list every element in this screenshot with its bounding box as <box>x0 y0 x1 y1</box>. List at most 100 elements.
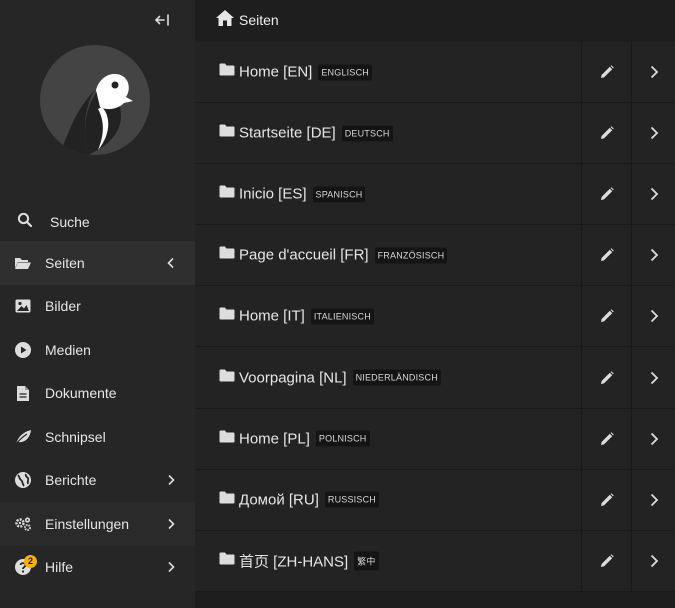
sidebar-item-medien[interactable]: Medien <box>0 328 195 372</box>
chevron-left-icon <box>164 256 178 270</box>
edit-button[interactable] <box>581 347 631 408</box>
table-row[interactable]: Inicio [ES] SPANISCH <box>195 164 675 226</box>
edit-button[interactable] <box>581 286 631 347</box>
page-title-link[interactable]: Домой [RU] RUSSISCH <box>239 491 379 508</box>
folder-icon <box>219 369 235 387</box>
sidebar-item-bilder[interactable]: Bilder <box>0 285 195 329</box>
pencil-icon <box>600 492 614 506</box>
notification-badge: 2 <box>24 554 37 568</box>
sidebar-item-berichte[interactable]: Berichte <box>0 459 195 503</box>
locale-badge: ENGLISCH <box>318 64 372 81</box>
open-children-button[interactable] <box>631 286 675 347</box>
sidebar-item-label: Medien <box>45 341 91 358</box>
sidebar: Suche Seiten Bilder Medien Dokumente Sch… <box>0 0 195 608</box>
locale-badge: 繁中 <box>354 551 379 571</box>
sidebar-item-hilfe[interactable]: 2 Hilfe <box>0 546 195 590</box>
locale-badge: NIEDERLÄNDISCH <box>352 369 441 386</box>
page-list: Home [EN] ENGLISCH Startseite [DE] DEUTSCH… <box>195 42 675 592</box>
collapse-sidebar-button[interactable] <box>150 8 174 32</box>
open-children-button[interactable] <box>631 347 675 408</box>
search-label: Suche <box>50 214 90 230</box>
table-row[interactable]: 首页 [ZH-HANS] 繁中 <box>195 530 675 592</box>
page-title-link[interactable]: Home [PL] POLNISCH <box>239 430 370 447</box>
edit-button[interactable] <box>581 530 631 591</box>
folder-icon <box>219 552 235 570</box>
page-name: Home [EN] <box>239 63 313 81</box>
locale-badge: FRANZÖSISCH <box>374 247 448 264</box>
image-icon <box>14 297 32 315</box>
page-name: Home [IT] <box>239 307 305 325</box>
page-name: Home [PL] <box>239 430 310 448</box>
pencil-icon <box>600 187 614 201</box>
pencil-icon <box>600 431 614 445</box>
table-row[interactable]: Page d'accueil [FR] FRANZÖSISCH <box>195 225 675 287</box>
chevron-right-icon <box>650 554 658 567</box>
open-children-button[interactable] <box>631 103 675 164</box>
chevron-right-icon <box>164 473 178 487</box>
pencil-icon <box>600 370 614 384</box>
table-row[interactable]: Startseite [DE] DEUTSCH <box>195 103 675 165</box>
page-title-link[interactable]: Voorpagina [NL] NIEDERLÄNDISCH <box>239 369 441 386</box>
folder-icon <box>219 246 235 264</box>
page-title-link[interactable]: Startseite [DE] DEUTSCH <box>239 125 393 142</box>
sidebar-nav: Seiten Bilder Medien Dokumente Schnipsel… <box>0 241 195 589</box>
edit-button[interactable] <box>581 225 631 286</box>
table-row[interactable]: Voorpagina [NL] NIEDERLÄNDISCH <box>195 347 675 409</box>
sidebar-item-dokumente[interactable]: Dokumente <box>0 372 195 416</box>
sidebar-item-label: Hilfe <box>45 559 74 576</box>
page-title-link[interactable]: Home [EN] ENGLISCH <box>239 64 372 81</box>
document-icon <box>14 384 32 402</box>
edit-button[interactable] <box>581 42 631 103</box>
sidebar-item-schnipsel[interactable]: Schnipsel <box>0 415 195 459</box>
table-row[interactable]: Home [PL] POLNISCH <box>195 408 675 470</box>
pencil-icon <box>600 65 614 79</box>
chevron-right-icon <box>650 371 658 384</box>
edit-button[interactable] <box>581 164 631 225</box>
pencil-icon <box>600 553 614 567</box>
open-children-button[interactable] <box>631 408 675 469</box>
collapse-left-icon <box>154 14 169 26</box>
locale-badge: SPANISCH <box>312 186 366 203</box>
page-title-link[interactable]: Inicio [ES] SPANISCH <box>239 185 366 203</box>
page-title-link[interactable]: Page d'accueil [FR] FRANZÖSISCH <box>239 246 448 264</box>
page-name: Домой [RU] <box>239 491 319 509</box>
pencil-icon <box>600 248 614 262</box>
table-row[interactable]: Home [IT] ITALIENISCH <box>195 286 675 348</box>
globe-icon <box>14 471 32 489</box>
edit-button[interactable] <box>581 103 631 164</box>
folder-icon <box>219 491 235 509</box>
sidebar-item-seiten[interactable]: Seiten <box>0 241 195 285</box>
folder-open-icon <box>14 254 32 272</box>
sidebar-item-label: Einstellungen <box>45 515 130 532</box>
wagtail-logo[interactable] <box>40 45 150 155</box>
folder-icon <box>219 307 235 325</box>
locale-badge: ITALIENISCH <box>310 308 374 325</box>
sidebar-item-einstellungen[interactable]: Einstellungen <box>0 502 195 546</box>
sidebar-item-label: Schnipsel <box>45 428 106 445</box>
folder-icon <box>219 63 235 81</box>
page-title-link[interactable]: Home [IT] ITALIENISCH <box>239 308 374 325</box>
search-icon <box>17 212 33 233</box>
edit-button[interactable] <box>581 469 631 530</box>
table-row[interactable]: Домой [RU] RUSSISCH <box>195 469 675 531</box>
page-name: Page d'accueil [FR] <box>239 246 369 264</box>
locale-badge: DEUTSCH <box>341 125 393 142</box>
open-children-button[interactable] <box>631 42 675 103</box>
sidebar-item-label: Bilder <box>45 298 81 315</box>
open-children-button[interactable] <box>631 530 675 591</box>
home-icon[interactable] <box>215 9 235 32</box>
open-children-button[interactable] <box>631 225 675 286</box>
table-row[interactable]: Home [EN] ENGLISCH <box>195 42 675 104</box>
open-children-button[interactable] <box>631 164 675 225</box>
page-name: Startseite [DE] <box>239 124 336 142</box>
page-name: Inicio [ES] <box>239 185 307 203</box>
folder-icon <box>219 185 235 203</box>
folder-icon <box>219 430 235 448</box>
open-children-button[interactable] <box>631 469 675 530</box>
page-title-link[interactable]: 首页 [ZH-HANS] 繁中 <box>239 550 379 571</box>
sidebar-item-label: Berichte <box>45 472 97 489</box>
play-icon <box>14 341 32 359</box>
page-title[interactable]: Seiten <box>239 12 279 28</box>
search-item[interactable]: Suche <box>0 200 195 240</box>
edit-button[interactable] <box>581 408 631 469</box>
